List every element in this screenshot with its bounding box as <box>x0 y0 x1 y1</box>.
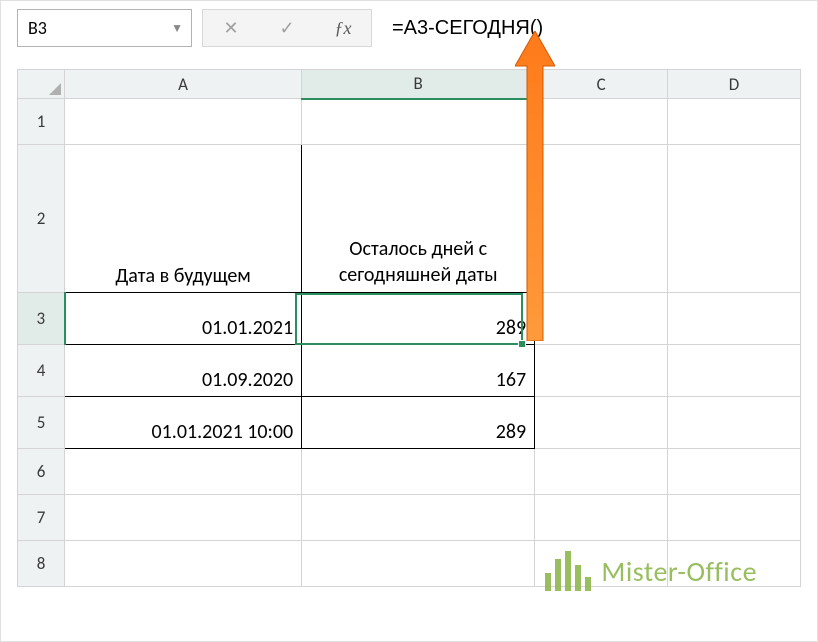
cell-B2[interactable]: Осталось дней с сегодняшней даты <box>302 145 535 293</box>
row-3: 3 01.01.2021 289 <box>18 293 801 345</box>
cell-D7[interactable] <box>668 495 801 541</box>
cancel-icon[interactable]: ✕ <box>203 10 259 46</box>
select-all-corner[interactable] <box>18 70 65 99</box>
watermark-bars-icon <box>545 551 591 591</box>
spreadsheet-grid: A B C D 1 2 Дата в будущем Осталось дней… <box>17 69 801 587</box>
cell-A5[interactable]: 01.01.2021 10:00 <box>65 397 302 449</box>
watermark-text: Mister-Office <box>601 554 757 589</box>
cell-C2[interactable] <box>535 145 668 293</box>
cell-C3[interactable] <box>535 293 668 345</box>
row-header-2[interactable]: 2 <box>18 145 65 293</box>
col-header-D[interactable]: D <box>668 70 801 99</box>
row-header-8[interactable]: 8 <box>18 541 65 587</box>
watermark: Mister-Office <box>545 551 757 591</box>
grid-table: A B C D 1 2 Дата в будущем Осталось дней… <box>17 69 801 587</box>
row-2: 2 Дата в будущем Осталось дней с сегодня… <box>18 145 801 293</box>
cell-A4[interactable]: 01.09.2020 <box>65 345 302 397</box>
row-header-4[interactable]: 4 <box>18 345 65 397</box>
cell-A2[interactable]: Дата в будущем <box>65 145 302 293</box>
cell-B5[interactable]: 289 <box>302 397 535 449</box>
cell-C1[interactable] <box>535 99 668 145</box>
row-1: 1 <box>18 99 801 145</box>
row-header-3[interactable]: 3 <box>18 293 65 345</box>
cell-D4[interactable] <box>668 345 801 397</box>
row-4: 4 01.09.2020 167 <box>18 345 801 397</box>
col-header-B[interactable]: B <box>302 70 535 99</box>
cell-B6[interactable] <box>302 449 535 495</box>
name-box-value: B3 <box>28 17 47 39</box>
cell-D1[interactable] <box>668 99 801 145</box>
row-6: 6 <box>18 449 801 495</box>
cell-D5[interactable] <box>668 397 801 449</box>
cell-D3[interactable] <box>668 293 801 345</box>
row-header-1[interactable]: 1 <box>18 99 65 145</box>
cell-A7[interactable] <box>65 495 302 541</box>
dropdown-icon[interactable]: ▼ <box>171 21 183 36</box>
col-header-C[interactable]: C <box>535 70 668 99</box>
fx-icon[interactable]: ƒx <box>315 10 371 46</box>
cell-A6[interactable] <box>65 449 302 495</box>
formula-bar-row: B3 ▼ ✕ ✓ ƒx <box>1 1 817 63</box>
formula-input[interactable] <box>382 9 801 47</box>
cell-B4[interactable]: 167 <box>302 345 535 397</box>
cell-B8[interactable] <box>302 541 535 587</box>
col-header-A[interactable]: A <box>65 70 302 99</box>
cell-C6[interactable] <box>535 449 668 495</box>
cell-A1[interactable] <box>65 99 302 145</box>
cell-B7[interactable] <box>302 495 535 541</box>
name-box[interactable]: B3 ▼ <box>17 9 192 47</box>
row-header-6[interactable]: 6 <box>18 449 65 495</box>
column-headers: A B C D <box>18 70 801 99</box>
cell-D6[interactable] <box>668 449 801 495</box>
row-5: 5 01.01.2021 10:00 289 <box>18 397 801 449</box>
row-7: 7 <box>18 495 801 541</box>
formula-controls: ✕ ✓ ƒx <box>202 9 372 47</box>
cell-A3[interactable]: 01.01.2021 <box>65 293 302 345</box>
accept-icon[interactable]: ✓ <box>259 10 315 46</box>
cell-D2[interactable] <box>668 145 801 293</box>
row-header-5[interactable]: 5 <box>18 397 65 449</box>
cell-A8[interactable] <box>65 541 302 587</box>
cell-C7[interactable] <box>535 495 668 541</box>
cell-B1[interactable] <box>302 99 535 145</box>
cell-B3[interactable]: 289 <box>302 293 535 345</box>
row-header-7[interactable]: 7 <box>18 495 65 541</box>
cell-C5[interactable] <box>535 397 668 449</box>
cell-C4[interactable] <box>535 345 668 397</box>
